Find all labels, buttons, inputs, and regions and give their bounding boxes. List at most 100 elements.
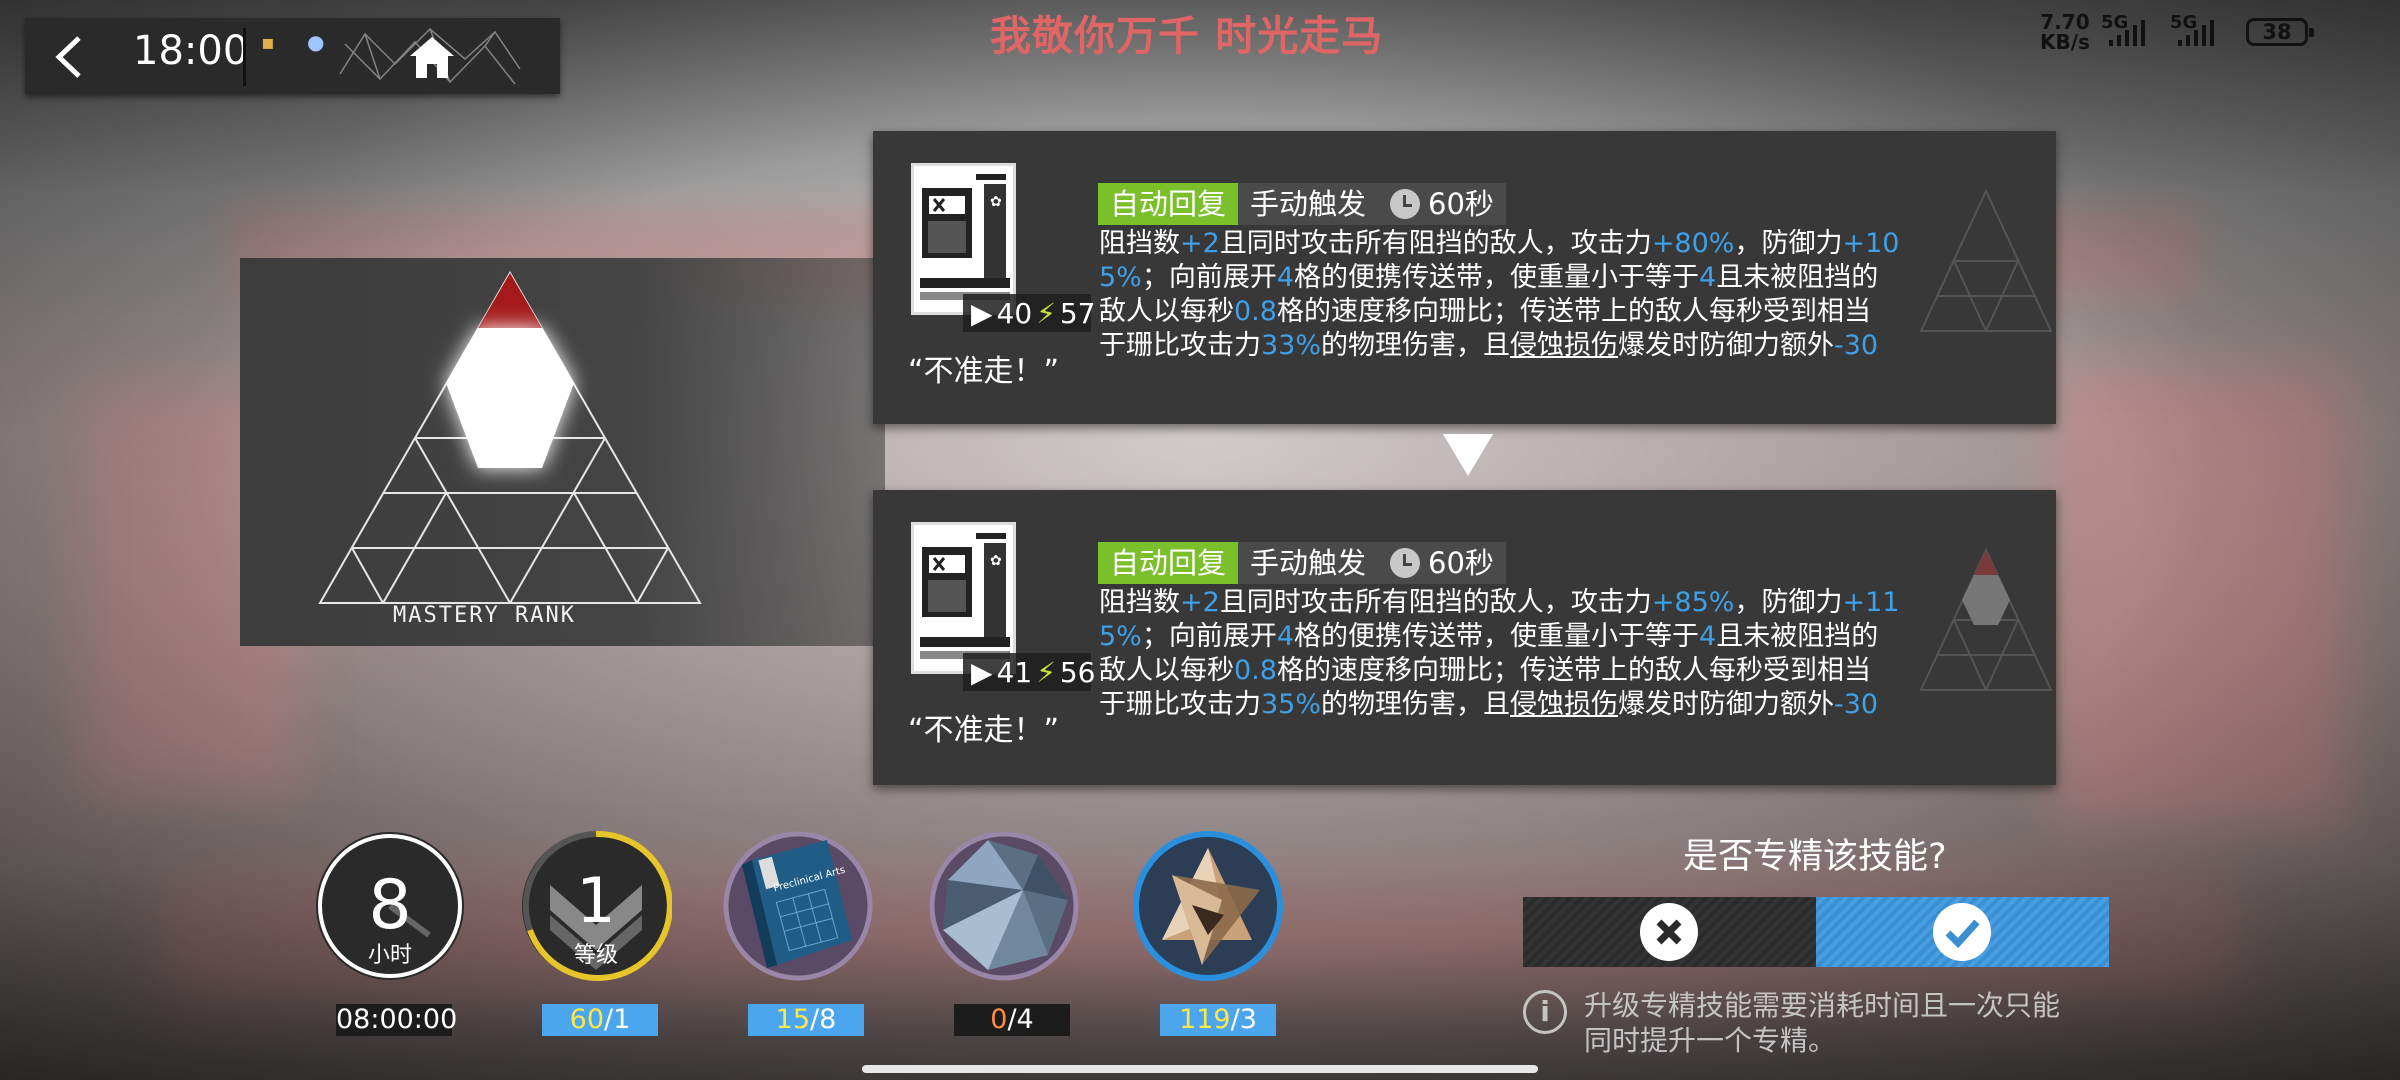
mastery-rank-ghost-icon	[1919, 188, 2053, 332]
sp-cost-icon: ⚡	[1036, 296, 1056, 330]
desc-text: ，防御力	[1734, 587, 1843, 618]
desc-line: 敌人以每秒0.8格的速度移向珊比；传送带上的敌人每秒受到相当	[1099, 295, 1899, 329]
desc-text: 阻挡数	[1099, 587, 1180, 618]
desc-text: 敌人以每秒	[1099, 655, 1234, 686]
network-speed: 7.70 KB/s	[2040, 12, 2090, 52]
level-unit: 等级	[574, 943, 618, 968]
desc-value: 5%	[1099, 262, 1142, 293]
timer-hours: 8	[368, 866, 411, 945]
level-number: 1	[576, 864, 615, 937]
gold-alloy-material-icon[interactable]	[1132, 830, 1284, 982]
desc-value: +2	[1180, 587, 1220, 618]
alloy-graphic	[1133, 831, 1283, 981]
notification-icon: ▪	[261, 30, 275, 54]
status-time: 18:00	[133, 28, 249, 74]
skill-card-next: ✿ ▶ 41 ⚡ 56 “不准走！” 自动回复 手动触发 60秒 阻挡数+2且同时攻…	[873, 490, 2056, 785]
level-graphic: 1 等级	[522, 830, 673, 981]
initial-sp-icon: ▶	[971, 296, 993, 330]
skill-description: 阻挡数+2且同时攻击所有阻挡的敌人，攻击力+85%，防御力+11 5%；向前展开…	[1099, 586, 1899, 722]
need-count: /3	[1230, 1004, 1257, 1035]
duration-tag: 60秒	[1378, 542, 1506, 584]
desc-value: 5%	[1099, 621, 1142, 652]
cancel-button[interactable]	[1523, 897, 1816, 967]
check-glyph	[1945, 919, 1980, 949]
mastery-rank-panel: MASTERY RANK	[240, 258, 885, 646]
desc-text: 格的便携传送带，使重量小于等于	[1294, 262, 1700, 293]
info-note: 升级专精技能需要消耗时间且一次只能 同时提升一个专精。	[1584, 988, 2124, 1058]
signal-bars-icon	[2178, 20, 2214, 46]
skill-book-icon[interactable]: Preclinical Arts	[722, 830, 874, 982]
recovery-type-tag: 自动回复	[1098, 542, 1239, 584]
level-chevron-icon[interactable]: 1 等级	[520, 830, 673, 982]
gesture-bar[interactable]	[862, 1065, 1538, 1073]
desc-line: 阻挡数+2且同时攻击所有阻挡的敌人，攻击力+85%，防御力+11	[1099, 586, 1899, 620]
x-glyph	[1656, 919, 1682, 945]
skill-tags: 自动回复 手动触发 60秒	[1098, 542, 1506, 584]
info-line: 同时提升一个专精。	[1584, 1024, 1837, 1057]
term-link[interactable]: 侵蚀损伤	[1510, 330, 1618, 361]
svg-text:✿: ✿	[990, 553, 1002, 569]
desc-value: 0.8	[1234, 655, 1277, 686]
desc-line: 阻挡数+2且同时攻击所有阻挡的敌人，攻击力+80%，防御力+10	[1099, 227, 1899, 261]
conveyor-robot-icon: ✿	[914, 525, 1013, 671]
battery-indicator: 38	[2246, 18, 2314, 46]
skill-description: 阻挡数+2且同时攻击所有阻挡的敌人，攻击力+80%，防御力+10 5%；向前展开…	[1099, 227, 1899, 363]
desc-text: 敌人以每秒	[1099, 296, 1234, 327]
need-count: /4	[1007, 1004, 1034, 1035]
skill-name: “不准走！”	[908, 713, 1060, 748]
sp-cost-value: 56	[1059, 655, 1096, 689]
skill-icon: ✿	[911, 163, 1016, 315]
term-link[interactable]: 侵蚀损伤	[1510, 689, 1618, 720]
book-count: 15/8	[748, 1004, 864, 1036]
top-nav-bar: 18:00 ▪ ●	[25, 18, 560, 94]
timer-value: 08:00:00	[336, 1004, 458, 1036]
banner-text: 我敬你万千 时光走马	[990, 12, 1384, 60]
desc-value: +85%	[1651, 587, 1735, 618]
desc-value: 4	[1276, 262, 1295, 293]
crystal-graphic	[929, 831, 1079, 981]
desc-line: 于珊比攻击力35%的物理伤害，且侵蚀损伤爆发时防御力额外-30	[1099, 688, 1899, 722]
chevron-left-icon	[55, 36, 81, 78]
desc-value: 35%	[1261, 689, 1322, 720]
desc-line: 于珊比攻击力33%的物理伤害，且侵蚀损伤爆发时防御力额外-30	[1099, 329, 1899, 363]
home-icon	[410, 37, 454, 78]
desc-value: 4	[1699, 621, 1717, 652]
initial-sp-value: 40	[996, 296, 1033, 330]
mastery-rank-ghost-icon	[1919, 547, 2053, 691]
confirm-button[interactable]	[1816, 897, 2109, 967]
desc-text: 的物理伤害，且	[1321, 689, 1511, 720]
sp-cost-value: 57	[1059, 296, 1096, 330]
desc-text: ，防御力	[1734, 228, 1843, 259]
initial-sp-value: 41	[996, 655, 1033, 689]
back-button[interactable]	[45, 32, 93, 82]
desc-text: 爆发时防御力额外	[1618, 330, 1835, 361]
trigger-type-tag: 手动触发	[1238, 542, 1379, 584]
timer-unit: 小时	[368, 943, 412, 968]
timer-graphic: 8 小时	[316, 832, 464, 980]
desc-value: +80%	[1651, 228, 1735, 259]
conveyor-robot-icon: ✿	[914, 166, 1013, 312]
skill-name: “不准走！”	[908, 354, 1060, 389]
sp-costs: ▶ 41 ⚡ 56	[963, 653, 1096, 691]
alloy-count: 119/3	[1160, 1004, 1276, 1036]
have-count: 0	[990, 1004, 1008, 1035]
hourglass-timer-icon[interactable]: 8 小时	[314, 830, 466, 982]
book-graphic: Preclinical Arts	[723, 831, 873, 981]
duration-value: 60秒	[1428, 546, 1494, 580]
desc-text: 于珊比攻击力	[1099, 330, 1261, 361]
desc-text: ；向前展开	[1141, 621, 1277, 652]
sp-cost-icon: ⚡	[1036, 655, 1056, 689]
desc-line: 5%；向前展开4格的便携传送带，使重量小于等于4且未被阻挡的	[1099, 261, 1899, 295]
desc-text: 且同时攻击所有阻挡的敌人，攻击力	[1219, 587, 1652, 618]
network-speed-value: 7.70	[2040, 10, 2090, 34]
trigger-type-tag: 手动触发	[1238, 183, 1379, 225]
desc-text: 于珊比攻击力	[1099, 689, 1261, 720]
desc-value: 4	[1699, 262, 1717, 293]
home-button[interactable]	[335, 24, 525, 88]
desc-value: 33%	[1261, 330, 1322, 361]
mastery-triangle-icon	[318, 270, 702, 604]
info-icon: i	[1523, 990, 1567, 1034]
skill-card-current: ✿ ▶ 40 ⚡ 57 “不准走！” 自动回复 手动触发 60秒 阻挡数+2且同时攻…	[873, 131, 2056, 424]
crystal-material-icon[interactable]	[928, 830, 1080, 982]
need-count: /8	[810, 1004, 837, 1035]
